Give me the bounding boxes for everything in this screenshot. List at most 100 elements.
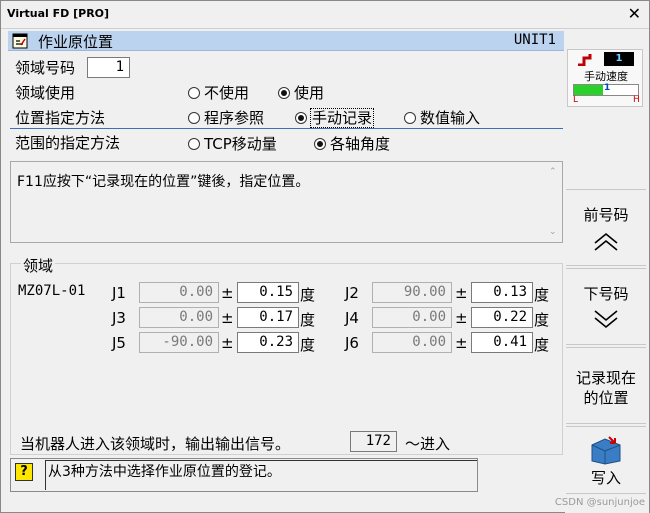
message-box: F11应按下“记录现在的位置”键後，指定位置。 ⌃ ⌄ [10,161,563,243]
radio-unselected-icon [188,87,200,99]
scroll-down-icon[interactable]: ⌄ [549,227,557,237]
joint-value-j1: 0.00 [139,282,219,303]
joint-value-j2: 90.00 [372,282,452,303]
record-position-line1: 记录现在 [575,369,636,387]
joint-tolerance-j2[interactable]: 0.13 [471,282,533,303]
range-method-label: 范围的指定方法 [15,134,121,152]
watermark: CSDN @sunjunjoe [554,497,645,508]
window-title: Virtual FD [PRO] [7,7,110,20]
scroll-up-icon[interactable]: ⌃ [549,167,557,177]
message-scrollbar[interactable]: ⌃ ⌄ [547,163,561,241]
unit-degree: 度 [300,286,316,304]
radio-unselected-icon [404,112,416,124]
title-bar: Virtual FD [PRO] ✕ [1,1,649,29]
unit-degree: 度 [534,286,550,304]
chevron-down-icon [594,310,618,329]
joint-label-j4: J4 [345,309,359,327]
plus-minus: ± [221,284,234,302]
joint-tolerance-j1[interactable]: 0.15 [237,282,299,303]
next-number-button[interactable]: 下号码 [566,268,646,345]
position-method-program-label: 程序参照 [204,109,265,127]
prev-number-button[interactable]: 前号码 [566,189,646,266]
help-icon: ? [15,463,33,481]
joint-tolerance-j4[interactable]: 0.22 [471,307,533,328]
speed-label: 手动速度 [584,70,628,83]
range-method-tcp-label: TCP移动量 [204,135,277,153]
position-method-manual-label: 手动记录 [309,108,375,128]
area-use-off-radio[interactable]: 不使用 [188,82,249,103]
program-icon [12,33,28,49]
close-icon[interactable]: ✕ [628,4,641,23]
speed-bar-value: 1 [604,83,611,93]
radio-selected-icon [314,138,326,150]
write-label: 写入 [590,469,621,487]
area-group-label: 领域 [21,255,56,276]
main-window: Virtual FD [PRO] ✕ 作业原位置 UNIT1 领域号码 1 领域… [0,0,650,513]
joint-value-j5: -90.00 [139,332,219,353]
output-signal-input[interactable]: 172 [350,431,397,452]
area-use-off-label: 不使用 [204,84,250,102]
unit-degree: 度 [300,311,316,329]
speed-low-label: L [573,95,579,105]
page-header: 作业原位置 UNIT1 [8,31,564,51]
write-button[interactable]: 写入 [566,426,646,494]
plus-minus: ± [455,334,468,352]
area-number-input[interactable]: 1 [87,57,130,78]
radio-selected-icon [278,87,290,99]
status-bar: ? 从3种方法中选择作业原位置的登记。 [10,458,478,492]
position-method-numeric-radio[interactable]: 数值输入 [404,107,480,128]
plus-minus: ± [221,309,234,327]
speed-bar-fill [574,85,603,95]
joint-label-j5: J5 [112,334,126,352]
range-method-axis-label: 各轴角度 [330,135,391,153]
position-method-manual-radio[interactable]: 手动记录 [295,107,375,128]
output-signal-suffix: ～进入 [405,435,451,453]
manual-mode-icon [578,54,592,66]
area-use-on-radio[interactable]: 使用 [278,82,324,103]
joint-tolerance-j5[interactable]: 0.23 [237,332,299,353]
status-message-box: 从3种方法中选择作业原位置的登记。 [45,460,477,490]
chevron-up-icon [594,232,618,251]
speed-bar: 1 [573,83,639,96]
page-title: 作业原位置 [38,33,114,51]
unit-degree: 度 [534,311,550,329]
area-use-label: 领域使用 [15,84,76,102]
range-method-tcp-radio[interactable]: TCP移动量 [188,133,277,154]
area-use-on-label: 使用 [294,84,325,102]
joint-label-j1: J1 [112,284,126,302]
record-position-button[interactable]: 记录现在 的位置 [566,347,646,424]
plus-minus: ± [455,284,468,302]
joint-value-j6: 0.00 [372,332,452,353]
position-method-numeric-label: 数值输入 [420,109,481,127]
area-number-label: 领域号码 [15,59,76,77]
joint-label-j2: J2 [345,284,359,302]
prev-number-label: 前号码 [583,206,629,224]
folder-write-icon [591,436,621,465]
next-number-label: 下号码 [583,285,629,303]
unit-label: UNIT1 [513,32,556,48]
message-text: F11应按下“记录现在的位置”键後，指定位置。 [17,174,310,190]
record-position-line2: 的位置 [583,389,629,407]
robot-name: MZ07L-01 [18,283,86,299]
speed-value: 1 [604,52,634,66]
joint-label-j6: J6 [345,334,359,352]
status-message: 从3种方法中选择作业原位置的登记。 [48,464,281,480]
radio-selected-icon [295,112,307,124]
joint-tolerance-j6[interactable]: 0.41 [471,332,533,353]
output-signal-label: 当机器人进入该领域时，输出输出信号。 [20,435,291,453]
joint-value-j4: 0.00 [372,307,452,328]
position-method-label: 位置指定方法 [15,109,106,127]
plus-minus: ± [221,334,234,352]
radio-unselected-icon [188,112,200,124]
range-method-axis-radio[interactable]: 各轴角度 [314,133,390,154]
divider [10,128,563,129]
unit-degree: 度 [534,336,550,354]
plus-minus: ± [455,309,468,327]
joint-label-j3: J3 [112,309,126,327]
radio-unselected-icon [188,138,200,150]
speed-panel: 1 手动速度 1 L H [567,49,643,107]
position-method-program-radio[interactable]: 程序参照 [188,107,264,128]
joint-value-j3: 0.00 [139,307,219,328]
joint-tolerance-j3[interactable]: 0.17 [237,307,299,328]
speed-high-label: H [633,95,640,105]
